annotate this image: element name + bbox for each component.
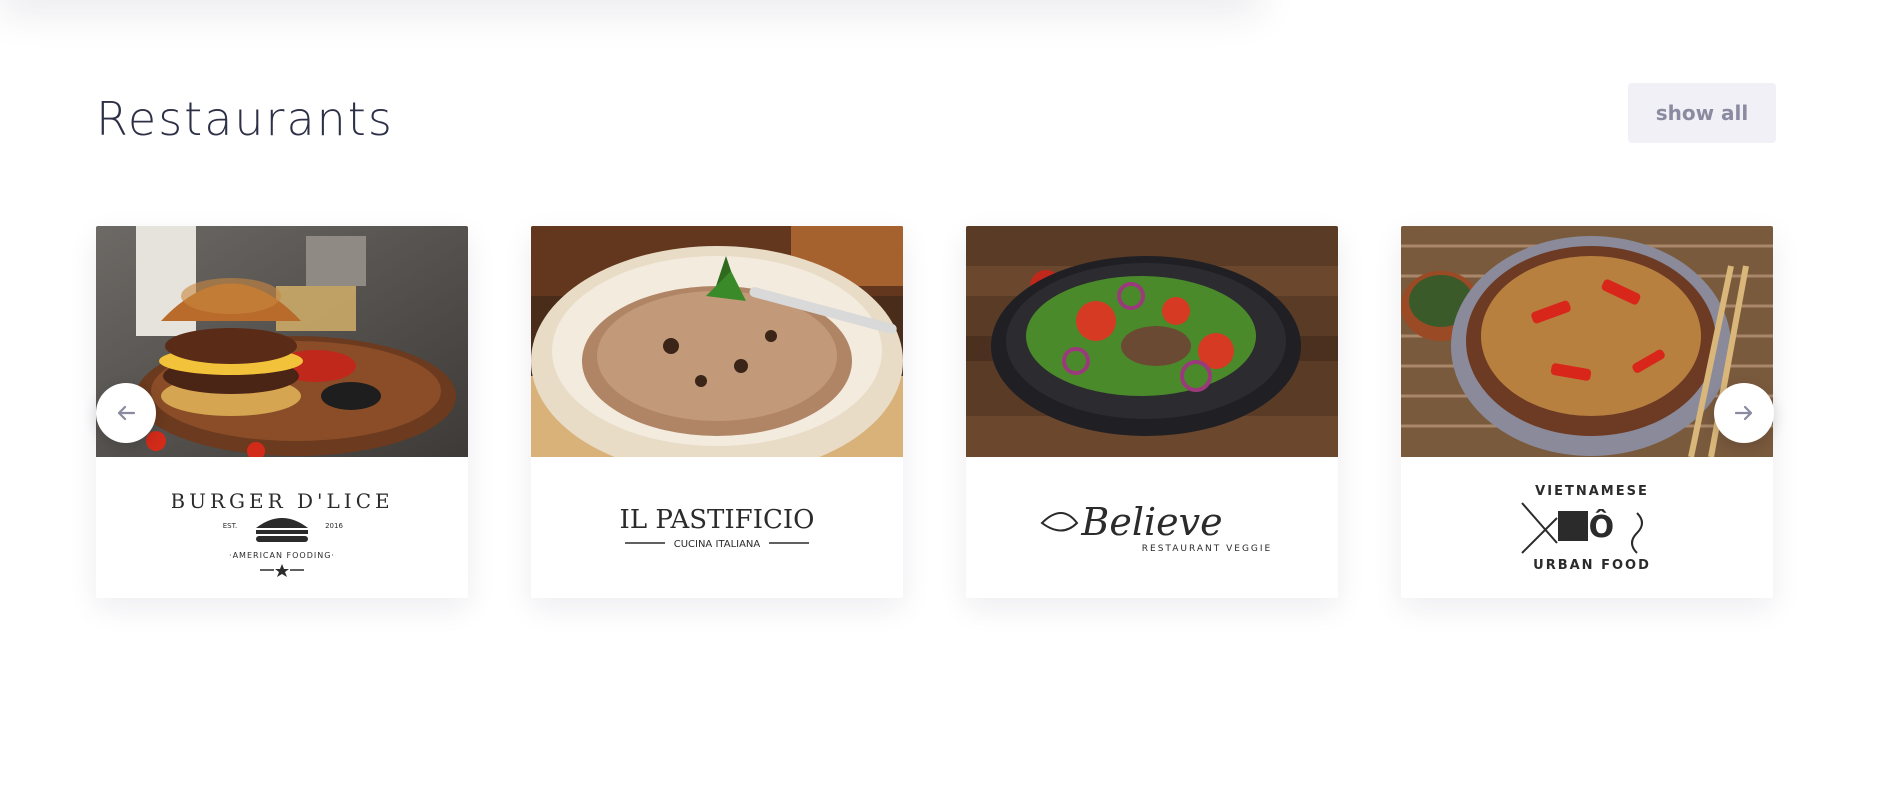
logo-burger-est: EST.	[223, 522, 238, 530]
logo-burger-tagline: ·AMERICAN FOODING·	[229, 551, 335, 560]
logo-pastificio-name: IL PASTIFICIO	[620, 505, 815, 535]
show-all-button[interactable]: show all	[1628, 83, 1776, 143]
section-title: Restaurants	[96, 92, 394, 146]
burger-dlice-logo: BURGER D'LICE EST. 2016 ·AMERICAN FOODIN…	[96, 457, 468, 598]
bo-vietnamese-logo: VIETNAMESE BÔ URBAN FOOD	[1401, 457, 1773, 598]
il-pastificio-logo: IL PASTIFICIO CUCINA ITALIANA	[531, 457, 903, 598]
believe-logo: Believe RESTAURANT VEGGIE	[966, 457, 1338, 598]
salad-photo	[966, 226, 1338, 457]
star-icon	[260, 563, 304, 577]
logo-bo-mark: BÔ	[1566, 508, 1614, 545]
logo-believe-name: Believe	[1080, 500, 1222, 544]
restaurant-card-believe[interactable]: Believe RESTAURANT VEGGIE	[966, 226, 1338, 598]
logo-burger-name: BURGER D'LICE	[172, 489, 392, 513]
carousel-next-button[interactable]	[1714, 383, 1774, 443]
logo-burger-year: 2016	[325, 522, 343, 530]
restaurant-card-pastificio[interactable]: IL PASTIFICIO CUCINA ITALIANA	[531, 226, 903, 598]
logo-bo-bottom: URBAN FOOD	[1533, 558, 1651, 573]
burger-icon	[256, 517, 308, 542]
arrow-right-icon	[1734, 405, 1753, 421]
leaf-icon	[1040, 511, 1079, 531]
arrow-left-icon	[117, 405, 136, 421]
logo-pastificio-tagline: CUCINA ITALIANA	[674, 539, 761, 550]
risotto-photo	[531, 226, 903, 457]
carousel-prev-button[interactable]	[96, 383, 156, 443]
logo-believe-tagline: RESTAURANT VEGGIE	[1142, 544, 1272, 554]
logo-bo-top: VIETNAMESE	[1535, 484, 1649, 499]
